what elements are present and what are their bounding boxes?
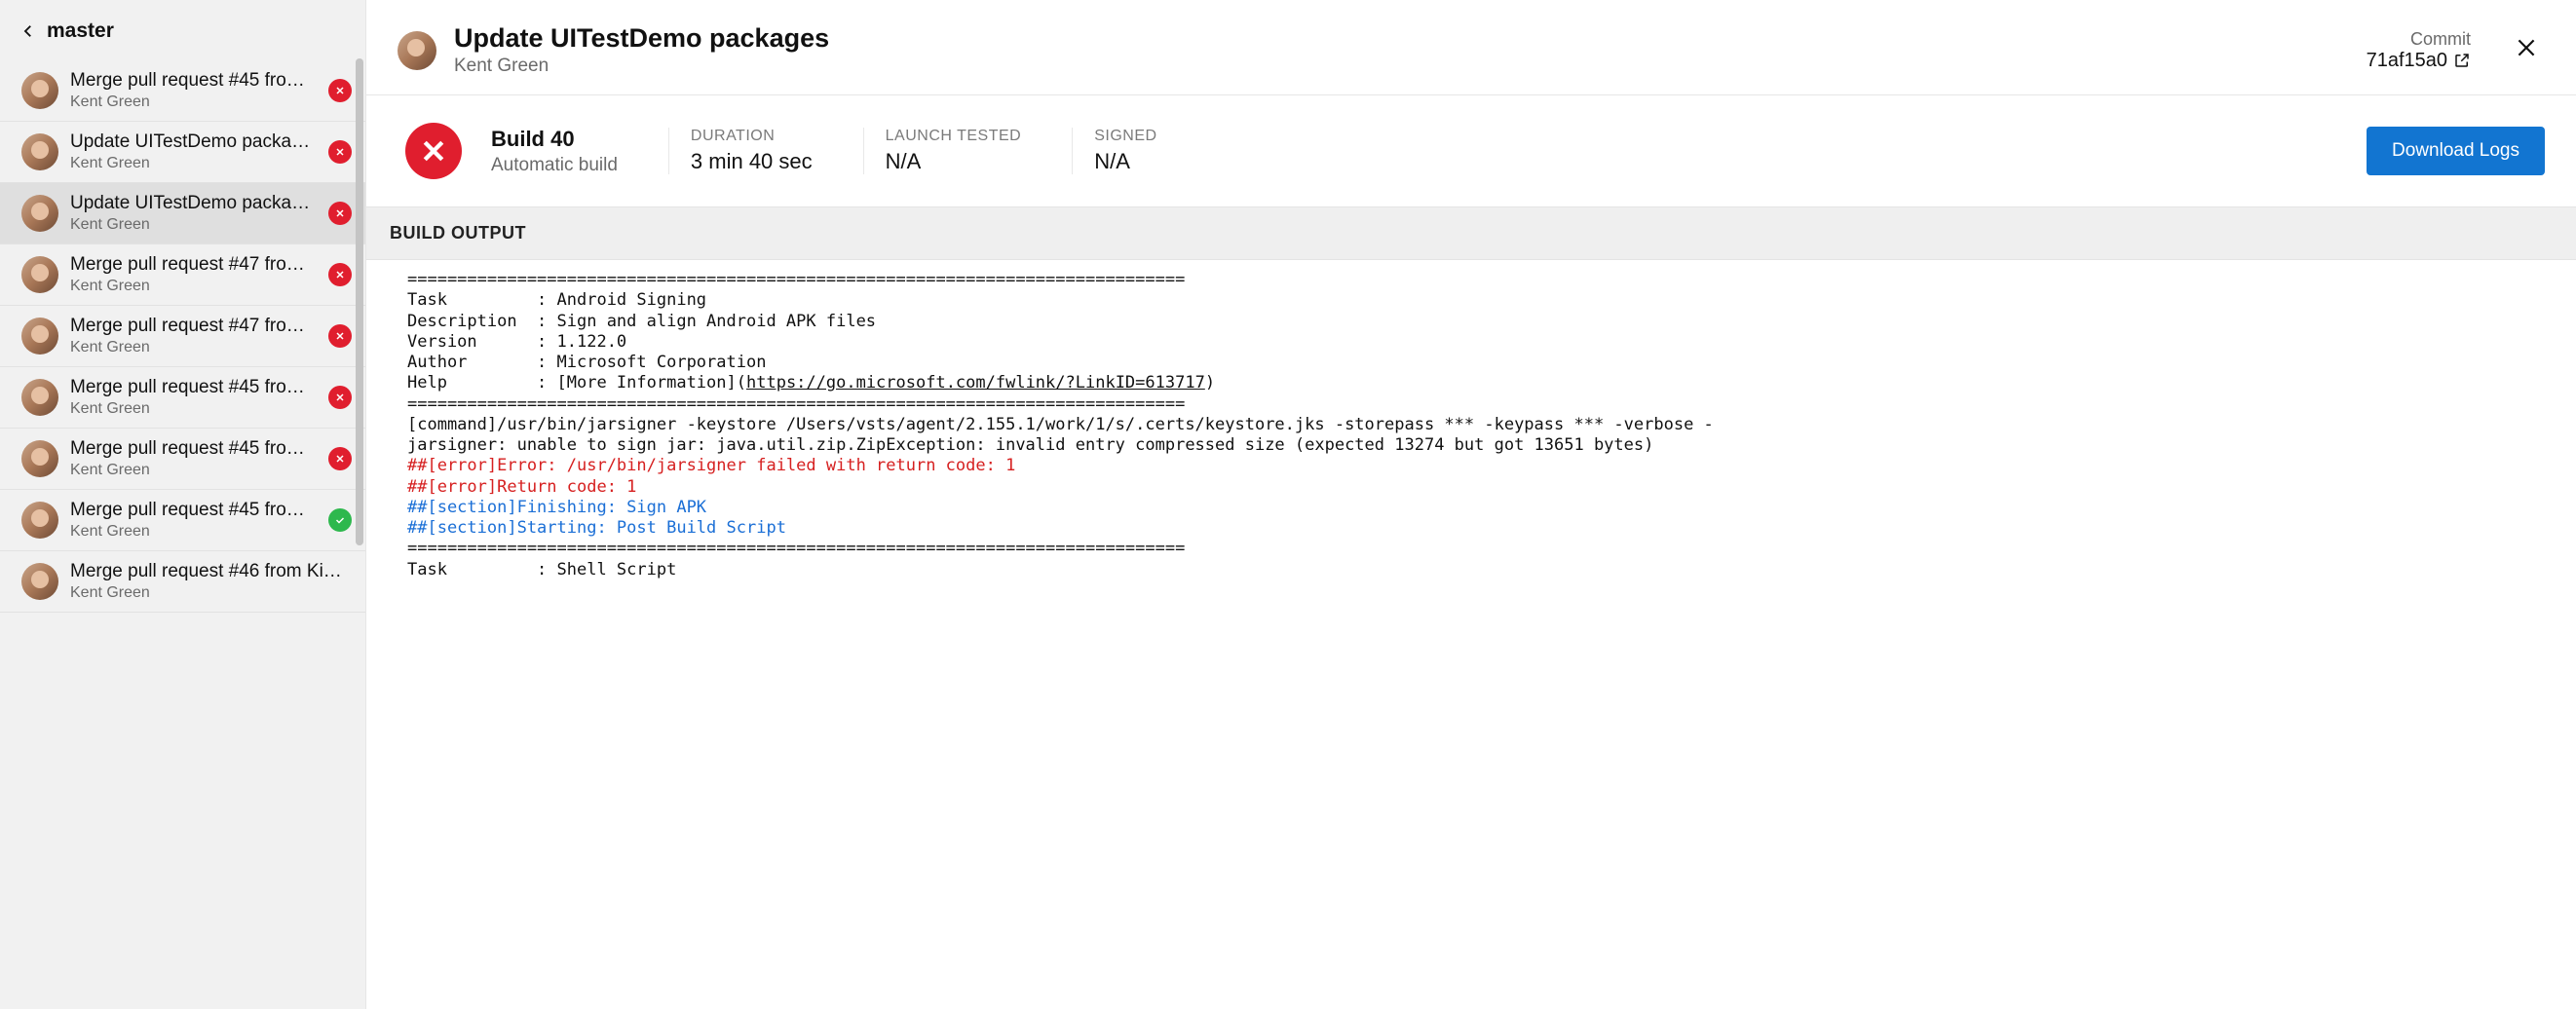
summary-launch-tested: LAUNCH TESTED N/A	[863, 128, 1043, 174]
commit-item[interactable]: Merge pull request #45 from Kin…Kent Gre…	[0, 60, 365, 122]
avatar	[21, 379, 58, 416]
branch-back-button[interactable]: master	[0, 0, 365, 60]
status-fail-icon	[328, 140, 352, 164]
summary-build: Build 40 Automatic build	[491, 127, 639, 176]
commit-item-title: Update UITestDemo packages	[70, 193, 317, 214]
commit-hash-text: 71af15a0	[2367, 50, 2447, 72]
build-number: Build 40	[491, 127, 618, 152]
commit-item[interactable]: Merge pull request #45 from Kin… Kent Gre…	[0, 429, 365, 490]
fail-icon	[419, 136, 448, 166]
commit-item-author: Kent Green	[70, 400, 317, 418]
commit-text: Merge pull request #45 from Kin…Kent Gre…	[70, 70, 317, 111]
build-type: Automatic build	[491, 155, 618, 176]
commit-item[interactable]: Merge pull request #45 from Kin… Kent Gre…	[0, 367, 365, 429]
duration-label: DURATION	[691, 128, 813, 145]
chevron-left-icon	[19, 22, 37, 40]
signed-label: SIGNED	[1094, 128, 1156, 145]
build-output-header: BUILD OUTPUT	[366, 206, 2576, 260]
commit-item-author: Kent Green	[70, 155, 317, 172]
status-fail-icon	[328, 386, 352, 409]
build-summary: Build 40 Automatic build DURATION 3 min …	[366, 95, 2576, 206]
close-icon	[2514, 35, 2539, 60]
commit-item[interactable]: Merge pull request #45 from Kin… Kent Gre…	[0, 490, 365, 551]
status-fail-icon	[328, 79, 352, 102]
commit-text: Update UITestDemo packages Kent Green	[70, 193, 317, 234]
status-fail-icon	[328, 263, 352, 286]
avatar	[21, 563, 58, 600]
commit-text: Merge pull request #47 from Kin… Kent Gre…	[70, 316, 317, 356]
commit-list: Merge pull request #45 from Kin…Kent Gre…	[0, 60, 365, 1009]
status-fail-icon	[328, 324, 352, 348]
commit-item-author: Kent Green	[70, 216, 317, 234]
commit-item[interactable]: Merge pull request #47 from Kin… Kent Gre…	[0, 244, 365, 306]
commit-item[interactable]: Merge pull request #47 from Kin… Kent Gre…	[0, 306, 365, 367]
commit-item-author: Kent Green	[70, 462, 317, 479]
commit-item[interactable]: Update UITestDemo packages Kent Green	[0, 183, 365, 244]
summary-signed: SIGNED N/A	[1072, 128, 1178, 174]
status-pass-icon	[328, 508, 352, 532]
external-link-icon	[2453, 52, 2471, 69]
commit-item-title: Merge pull request #45 from Kin…	[70, 500, 317, 521]
build-output[interactable]: ========================================…	[366, 260, 2576, 590]
avatar	[21, 195, 58, 232]
commit-item-title: Merge pull request #45 from Kin…	[70, 438, 317, 460]
commit-label: Commit	[2367, 29, 2471, 50]
launch-value: N/A	[886, 149, 1022, 174]
commit-item[interactable]: Update UITestDemo packages Kent Green	[0, 122, 365, 183]
status-fail-icon	[328, 202, 352, 225]
avatar	[21, 133, 58, 170]
commit-item-title: Merge pull request #45 from Kin…	[70, 70, 317, 92]
avatar	[398, 31, 436, 70]
duration-value: 3 min 40 sec	[691, 149, 813, 174]
summary-duration: DURATION 3 min 40 sec	[668, 128, 834, 174]
branch-name: master	[47, 19, 114, 43]
commit-item-author: Kent Green	[70, 93, 317, 111]
commit-item-author: Kent Green	[70, 339, 317, 356]
commit-info: Commit 71af15a0	[2367, 29, 2471, 72]
commit-item-author: Kent Green	[70, 278, 317, 295]
commit-text: Merge pull request #45 from Kin… Kent Gre…	[70, 377, 317, 418]
main-pane: Update UITestDemo packages Kent Green Co…	[366, 0, 2576, 1009]
signed-value: N/A	[1094, 149, 1156, 174]
avatar	[21, 318, 58, 355]
commit-item-title: Update UITestDemo packages	[70, 131, 317, 153]
status-fail-icon	[328, 447, 352, 470]
sidebar: master Merge pull request #45 from Kin…K…	[0, 0, 366, 1009]
commit-text: Merge pull request #47 from Kin… Kent Gre…	[70, 254, 317, 295]
commit-text: Merge pull request #45 from Kin… Kent Gre…	[70, 500, 317, 541]
commit-item-title: Merge pull request #45 from Kin…	[70, 377, 317, 398]
avatar	[21, 502, 58, 539]
commit-text: Update UITestDemo packages Kent Green	[70, 131, 317, 172]
scrollbar[interactable]	[356, 58, 363, 545]
close-button[interactable]	[2508, 29, 2545, 71]
commit-item[interactable]: Merge pull request #46 from Kin… Kent Gre…	[0, 551, 365, 613]
commit-text: Merge pull request #45 from Kin… Kent Gre…	[70, 438, 317, 479]
header-title-block: Update UITestDemo packages Kent Green	[454, 23, 2349, 77]
commit-item-title: Merge pull request #47 from Kin…	[70, 254, 317, 276]
avatar	[21, 440, 58, 477]
commit-item-author: Kent Green	[70, 523, 317, 541]
commit-text: Merge pull request #46 from Kin… Kent Gre…	[70, 561, 352, 602]
commit-hash-link[interactable]: 71af15a0	[2367, 50, 2471, 72]
avatar	[21, 72, 58, 109]
launch-label: LAUNCH TESTED	[886, 128, 1022, 145]
commit-author: Kent Green	[454, 56, 2349, 77]
commit-item-title: Merge pull request #47 from Kin…	[70, 316, 317, 337]
commit-item-author: Kent Green	[70, 584, 352, 602]
commit-item-title: Merge pull request #46 from Kin…	[70, 561, 352, 582]
commit-title: Update UITestDemo packages	[454, 23, 2349, 54]
avatar	[21, 256, 58, 293]
help-link[interactable]: https://go.microsoft.com/fwlink/?LinkID=…	[746, 373, 1205, 392]
download-logs-button[interactable]: Download Logs	[2367, 127, 2545, 175]
build-status-badge	[405, 123, 462, 179]
build-header: Update UITestDemo packages Kent Green Co…	[366, 0, 2576, 95]
